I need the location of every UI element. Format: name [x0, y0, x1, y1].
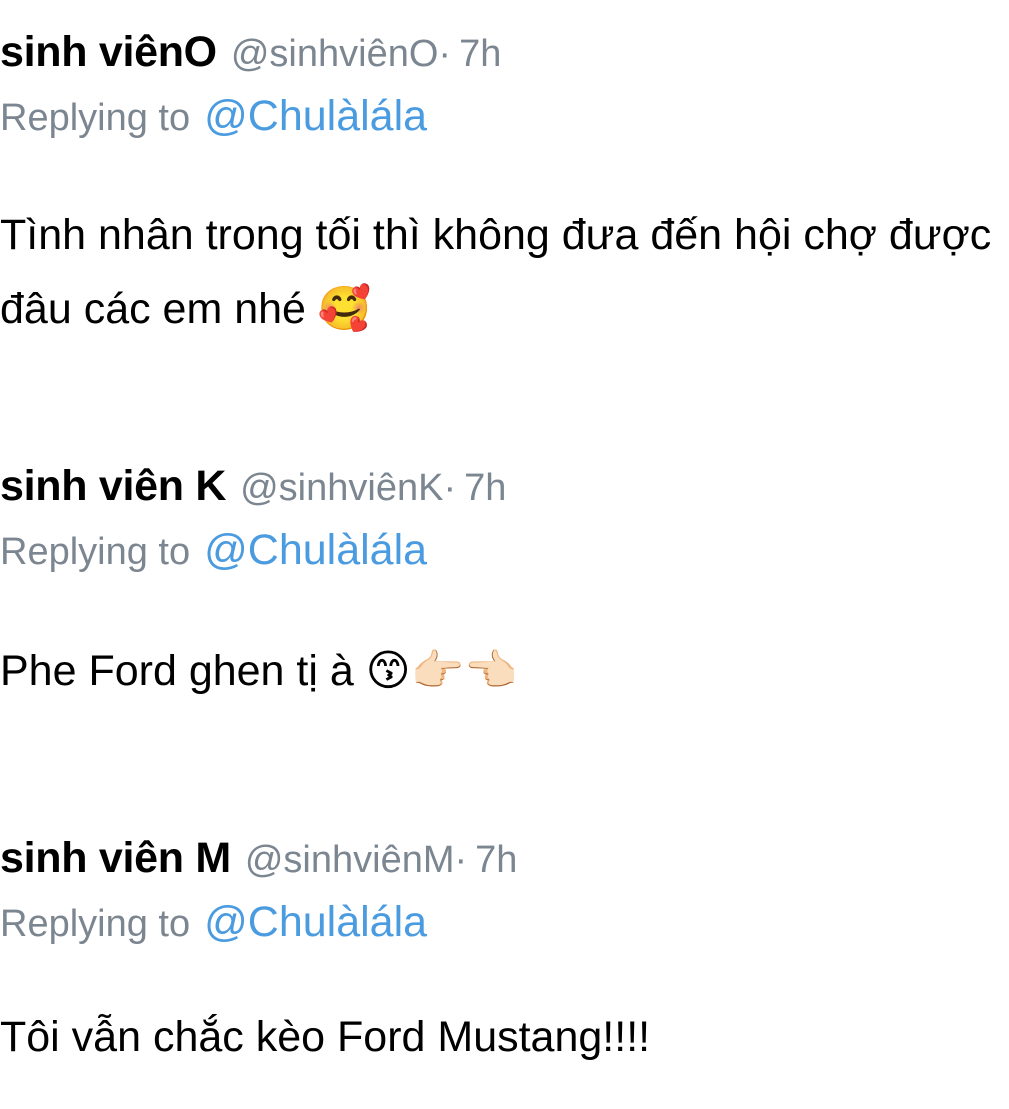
timestamp[interactable]: 7h — [464, 467, 506, 510]
replying-to-mention-link[interactable]: @Chulàlála — [204, 898, 427, 947]
user-handle[interactable]: @sinhviênK — [240, 467, 443, 510]
user-handle[interactable]: @sinhviênO — [231, 33, 439, 76]
replying-to-mention-link[interactable]: @Chulàlála — [204, 526, 427, 575]
reply-header: sinh viênO @sinhviênO · 7h — [0, 28, 1000, 84]
replying-to-mention-link[interactable]: @Chulàlála — [204, 92, 427, 141]
display-name[interactable]: sinh viên K — [0, 462, 226, 511]
reply-text: Tôi vẫn chắc kèo Ford Mustang!!!! — [0, 1013, 651, 1061]
replying-to-line: Replying to @Chulàlála — [0, 898, 1000, 950]
replying-to-line: Replying to @Chulàlála — [0, 92, 1000, 144]
separator-dot: · — [438, 33, 452, 75]
replying-to-label: Replying to — [0, 97, 191, 139]
user-handle[interactable]: @sinhviênM — [245, 839, 455, 882]
replying-to-line: Replying to @Chulàlála — [0, 526, 1000, 578]
reply-header: sinh viên M @sinhviênM · 7h — [0, 834, 1000, 890]
replying-to-label: Replying to — [0, 903, 191, 945]
reply-text: Tình nhân trong tối thì không đưa đến hộ… — [0, 211, 992, 333]
reply-item[interactable]: sinh viênO @sinhviênO · 7h Replying to @… — [0, 28, 1000, 346]
separator-dot: · — [443, 467, 457, 509]
display-name[interactable]: sinh viên M — [0, 834, 231, 883]
timestamp[interactable]: 7h — [475, 839, 517, 882]
reply-item[interactable]: sinh viên K @sinhviênK · 7h Replying to … — [0, 462, 1000, 708]
replying-to-label: Replying to — [0, 531, 191, 573]
separator-dot: · — [454, 839, 468, 881]
reply-item[interactable]: sinh viên M @sinhviênM · 7h Replying to … — [0, 834, 1000, 1074]
display-name[interactable]: sinh viênO — [0, 28, 217, 77]
timestamp[interactable]: 7h — [459, 33, 501, 76]
reply-header: sinh viên K @sinhviênK · 7h — [0, 462, 1000, 518]
reply-text: Phe Ford ghen tị à 😙👉🏻👈🏻 — [0, 647, 518, 695]
